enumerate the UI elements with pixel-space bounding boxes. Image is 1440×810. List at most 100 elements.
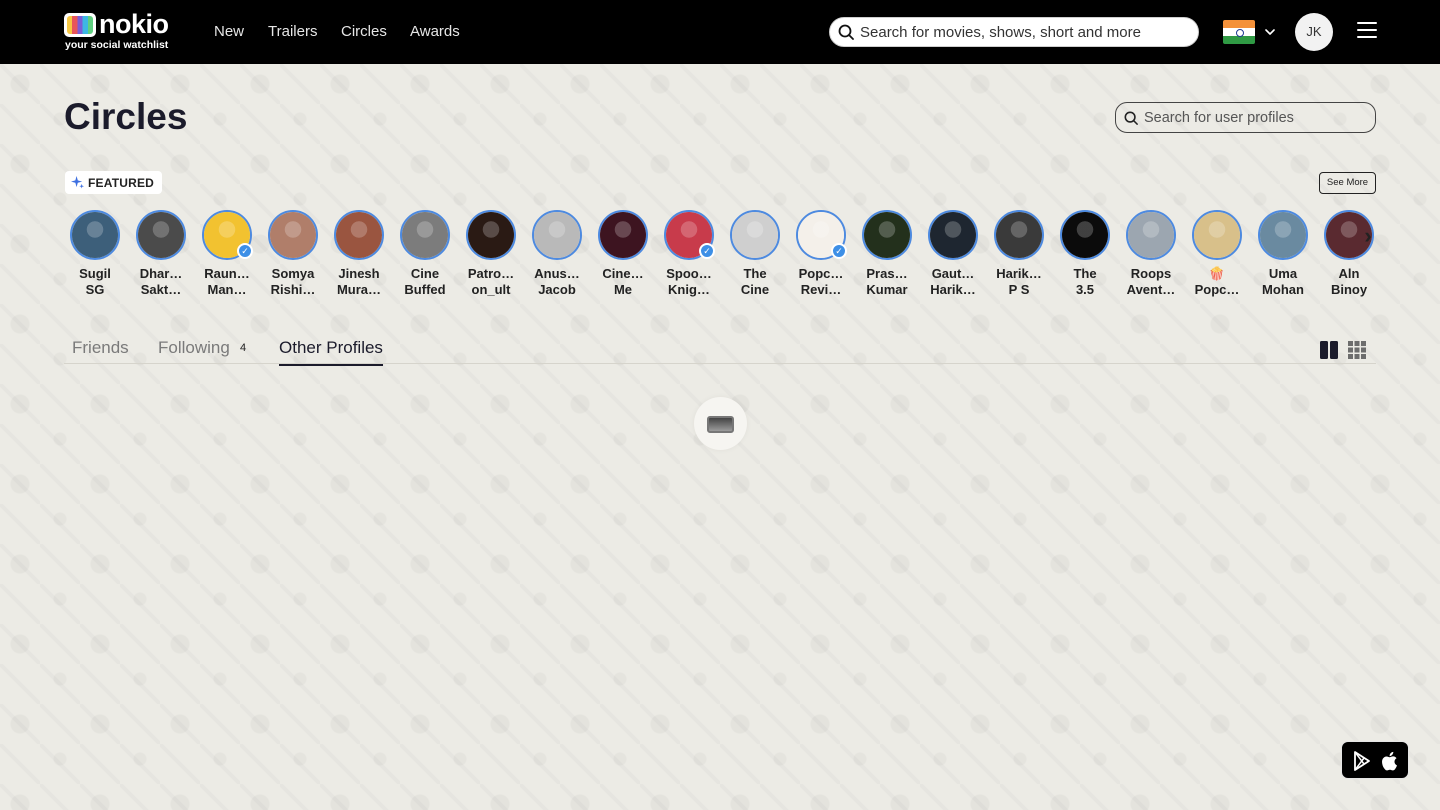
profile-avatar[interactable] — [532, 210, 582, 260]
featured-profile[interactable]: Patro… on_ult — [463, 210, 519, 298]
featured-profile[interactable]: Roops Avent… — [1123, 210, 1179, 298]
chevron-right-icon[interactable]: › — [1356, 224, 1380, 248]
profile-name-line1: 🍿 — [1208, 266, 1226, 281]
profile-name-line1: Popc… — [798, 266, 844, 281]
profile-avatar[interactable] — [598, 210, 648, 260]
tab-friends[interactable]: Friends — [72, 338, 129, 358]
tab-following[interactable]: Following — [158, 338, 230, 358]
profile-name-line2: Cine — [740, 282, 770, 297]
profile-name-line1: Dhar… — [139, 266, 183, 281]
profile-avatar[interactable] — [994, 210, 1044, 260]
profile-avatar[interactable] — [466, 210, 516, 260]
profile-name-line2: Mura… — [336, 282, 382, 297]
profile-photo — [930, 212, 976, 258]
featured-profile[interactable]: Uma Mohan — [1255, 210, 1311, 298]
featured-profile[interactable]: Harik… P S — [991, 210, 1047, 298]
profile-avatar[interactable] — [862, 210, 912, 260]
featured-profile[interactable]: ✓ Raun… Man… — [199, 210, 255, 298]
profile-avatar[interactable]: ✓ — [796, 210, 847, 260]
featured-profile[interactable]: Jinesh Mura… — [331, 210, 387, 298]
global-search-input[interactable] — [860, 21, 1190, 43]
nav-link-awards[interactable]: Awards — [410, 23, 460, 40]
profile-avatar[interactable] — [1126, 210, 1176, 260]
featured-profile[interactable]: Anus… Jacob — [529, 210, 585, 298]
profile-avatar[interactable] — [1258, 210, 1308, 260]
profile-name-line1: Patro… — [467, 266, 515, 281]
hamburger-menu-icon[interactable] — [1357, 22, 1377, 42]
featured-profile[interactable]: Sugil SG — [67, 210, 123, 298]
two-column-view-icon[interactable] — [1319, 340, 1339, 360]
profile-avatar[interactable] — [268, 210, 318, 260]
profile-name-line2: Kumar — [866, 282, 908, 297]
circle-tabs: Friends Following 4 Other Profiles — [64, 334, 1376, 366]
grid-view-icon[interactable] — [1347, 340, 1367, 360]
nav-link-new[interactable]: New — [214, 23, 244, 40]
profile-name-line2: Rishi… — [270, 282, 316, 297]
loading-spinner — [694, 397, 747, 450]
profile-name-line1: Sugil — [79, 266, 111, 281]
featured-profile[interactable]: Somya Rishi… — [265, 210, 321, 298]
profile-name-line1: Pras… — [866, 266, 908, 281]
profile-photo — [1260, 212, 1306, 258]
featured-profile[interactable]: 🍿 Popc… — [1189, 210, 1245, 298]
page-title: Circles — [64, 96, 188, 137]
profile-avatar[interactable] — [1192, 210, 1242, 260]
profile-name-line2: Revi… — [800, 282, 842, 297]
apple-icon[interactable] — [1380, 750, 1400, 772]
nav-link-trailers[interactable]: Trailers — [268, 23, 317, 40]
profile-avatar[interactable]: ✓ — [202, 210, 253, 260]
profile-name-line1: The — [743, 266, 767, 281]
featured-profile[interactable]: Dhar… Sakt… — [133, 210, 189, 298]
profile-name-line2: Knig… — [668, 282, 710, 297]
profile-search-input[interactable] — [1144, 107, 1369, 128]
profile-avatar[interactable] — [730, 210, 780, 260]
profile-photo — [732, 212, 778, 258]
featured-profile[interactable]: Gaut… Harik… — [925, 210, 981, 298]
profile-name-line1: Cine… — [602, 266, 644, 281]
chevron-down-icon[interactable] — [1264, 26, 1276, 38]
profile-name-line1: Anus… — [534, 266, 580, 281]
featured-profile[interactable]: ✓ Popc… Revi… — [793, 210, 849, 298]
tab-other-profiles[interactable]: Other Profiles — [279, 338, 383, 366]
featured-profile[interactable]: The Cine — [727, 210, 783, 298]
profile-avatar[interactable] — [1060, 210, 1110, 260]
profile-avatar[interactable] — [70, 210, 120, 260]
global-search-box — [829, 17, 1199, 47]
profile-name-line2: Buffed — [404, 282, 446, 297]
nokio-logo[interactable]: nokio your social watchlist — [64, 9, 176, 52]
google-play-icon[interactable] — [1352, 751, 1372, 771]
profile-avatar[interactable] — [136, 210, 186, 260]
profile-name-line1: Somya — [271, 266, 315, 281]
featured-profile[interactable]: Cine… Me — [595, 210, 651, 298]
india-flag-icon[interactable] — [1223, 20, 1255, 44]
profile-search-box — [1115, 102, 1376, 133]
profile-photo — [72, 212, 118, 258]
nav-link-circles[interactable]: Circles — [341, 23, 387, 40]
profile-photo — [1194, 212, 1240, 258]
following-count-badge: 4 — [240, 342, 247, 354]
profile-name-line2: Me — [613, 282, 633, 297]
profile-avatar[interactable]: ✓ — [664, 210, 715, 260]
featured-profile[interactable]: ✓ Spoo… Knig… — [661, 210, 717, 298]
profile-avatar[interactable] — [928, 210, 978, 260]
featured-profile[interactable]: Pras… Kumar — [859, 210, 915, 298]
profile-name-line2: P S — [1008, 282, 1030, 297]
featured-profile[interactable]: Cine Buffed — [397, 210, 453, 298]
profile-avatar[interactable] — [400, 210, 450, 260]
profile-avatar[interactable] — [334, 210, 384, 260]
tv-loading-icon — [707, 416, 734, 433]
profile-name-line2: Popc… — [1194, 282, 1240, 297]
user-avatar[interactable]: JK — [1295, 13, 1333, 51]
see-more-button[interactable]: See More — [1319, 172, 1376, 194]
profile-name-line2: Avent… — [1126, 282, 1176, 297]
sparkle-icon — [71, 176, 84, 189]
profile-photo — [600, 212, 646, 258]
featured-profile[interactable]: The 3.5 — [1057, 210, 1113, 298]
featured-badge: FEATURED — [65, 171, 163, 194]
app-store-buttons[interactable] — [1341, 741, 1409, 779]
profile-name-line1: Gaut… — [931, 266, 975, 281]
profile-name-line2: Harik… — [930, 282, 976, 297]
profile-name-line1: Roops — [1130, 266, 1172, 281]
featured-label: FEATURED — [88, 175, 155, 190]
profile-name-line2: Mohan — [1262, 282, 1304, 297]
